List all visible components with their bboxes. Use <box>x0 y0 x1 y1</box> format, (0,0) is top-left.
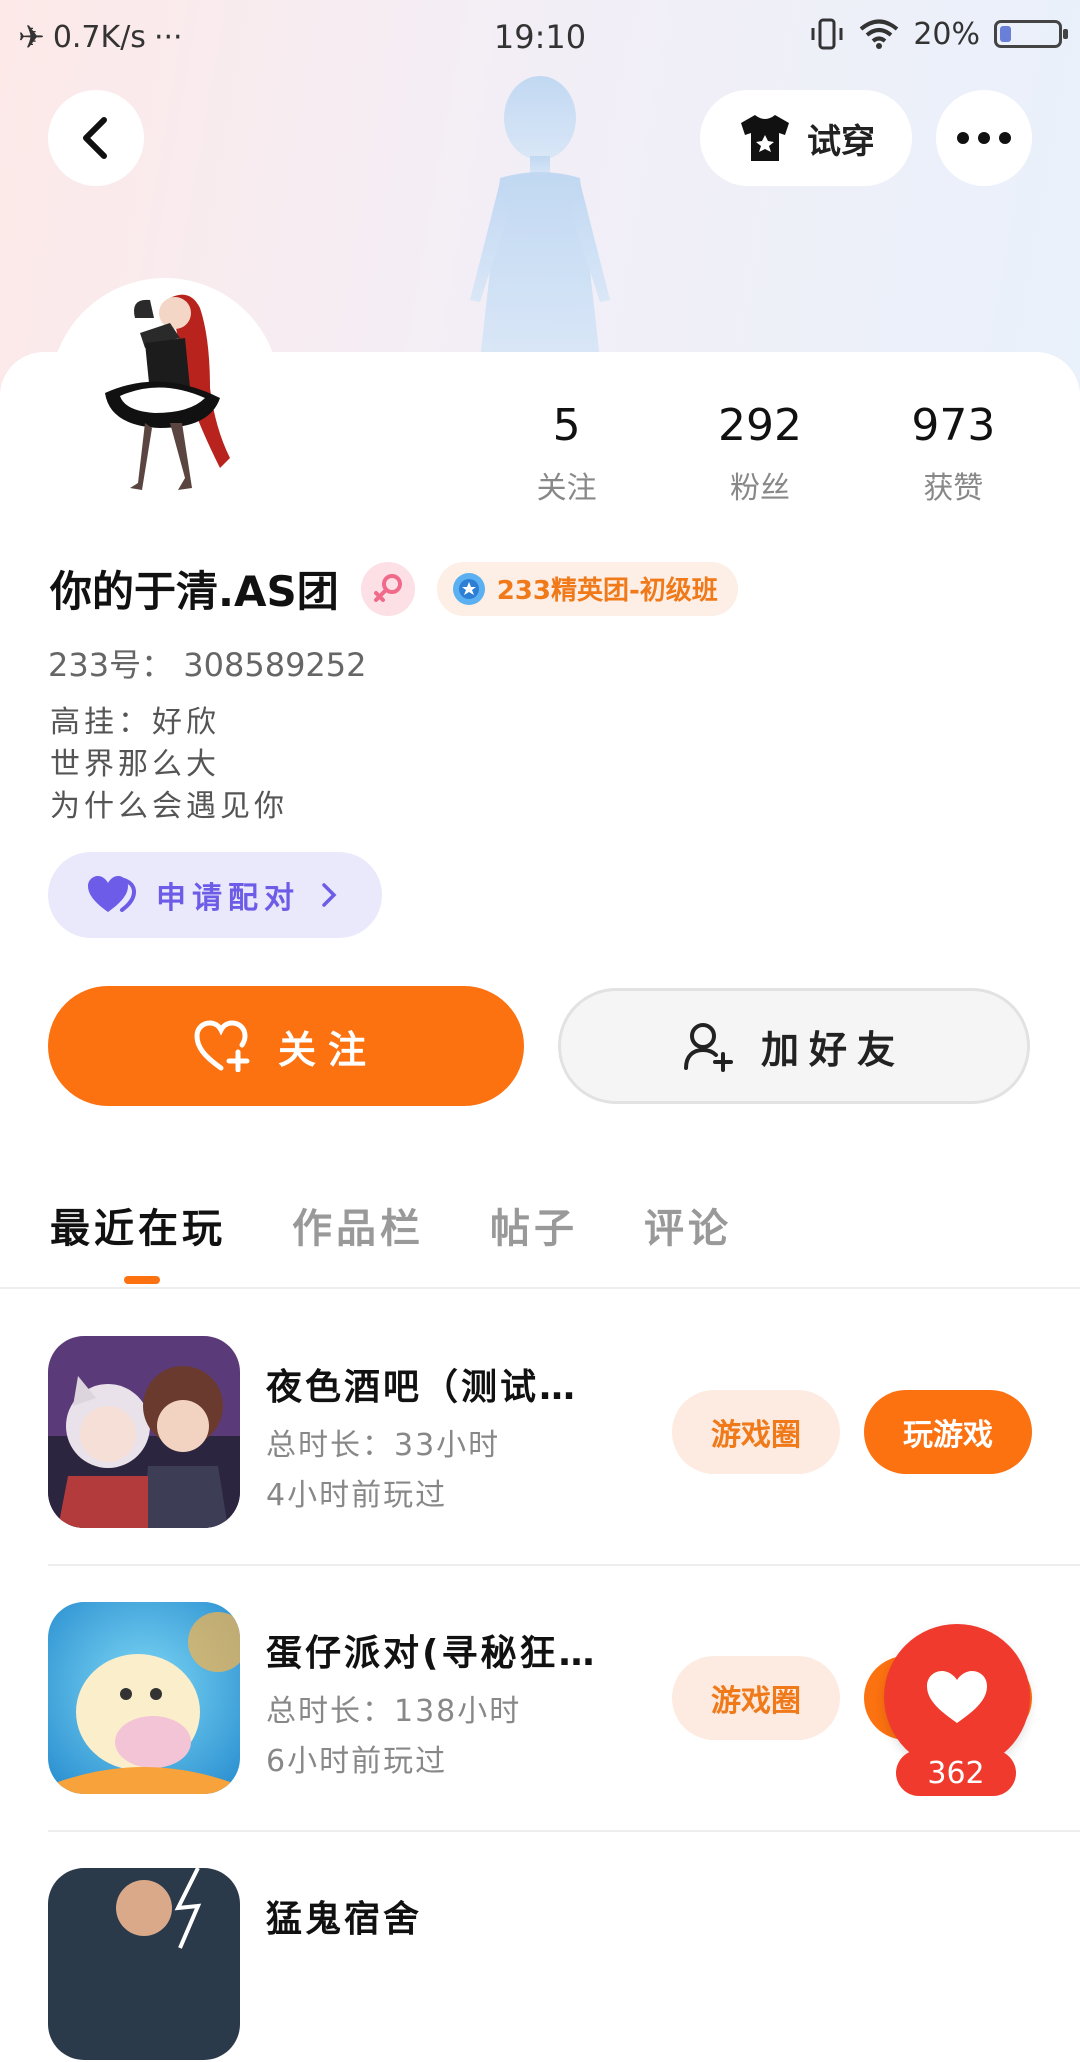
uid-value: 308589252 <box>183 646 367 684</box>
follow-label: 关注 <box>277 1027 378 1072</box>
game-icon <box>48 1868 240 2060</box>
game-title: 猛鬼宿舍 <box>266 1899 423 1940</box>
stat-likes-label: 获赞 <box>923 471 984 506</box>
profile-stats: 5 关注 292 粉丝 973 获赞 <box>470 400 1050 507</box>
game-icon <box>48 1336 240 1528</box>
avatar-silhouette-illustration <box>470 76 610 360</box>
like-button[interactable] <box>884 1624 1030 1770</box>
uid-label: 233号： <box>48 646 174 684</box>
row-divider <box>48 1830 1080 1832</box>
game-icon <box>48 1602 240 1794</box>
tab-works[interactable]: 作品栏 <box>292 1196 424 1254</box>
add-user-icon <box>683 1023 733 1072</box>
profile-tabs: 最近在玩 作品栏 帖子 评论 <box>50 1196 732 1254</box>
game-duration: 总时长：138小时 <box>266 1694 522 1729</box>
stat-fans-count: 292 <box>718 400 802 451</box>
vibrate-icon <box>811 18 843 50</box>
stat-following-count: 5 <box>552 400 581 451</box>
chevron-left-icon <box>83 117 107 159</box>
heart-pair-icon <box>88 876 136 912</box>
active-tab-indicator <box>124 1276 160 1284</box>
battery-percent: 20% <box>913 16 980 52</box>
tab-posts[interactable]: 帖子 <box>490 1196 578 1254</box>
back-button[interactable] <box>48 90 144 186</box>
request-pair-button[interactable]: 申请配对 <box>48 852 382 938</box>
more-options-button[interactable] <box>936 90 1032 186</box>
add-friend-button[interactable]: 加好友 <box>558 988 1030 1104</box>
more-dots-icon <box>957 132 1011 144</box>
game-last-played: 6小时前玩过 <box>266 1744 448 1779</box>
bio: 高挂：好欣 世界那么大 为什么会遇见你 <box>50 702 288 828</box>
stat-fans[interactable]: 292 粉丝 <box>663 400 856 507</box>
wifi-icon <box>860 19 899 49</box>
avatar[interactable] <box>50 278 280 508</box>
game-title: 蛋仔派对(寻秘狂… <box>266 1633 598 1674</box>
add-friend-label: 加好友 <box>760 1027 905 1072</box>
game-duration: 总时长：33小时 <box>266 1428 501 1463</box>
play-game-button[interactable]: 玩游戏 <box>864 1390 1032 1474</box>
game-list-item[interactable]: 夜色酒吧（测试… 总时长：33小时 4小时前玩过 游戏圈 玩游戏 <box>48 1336 1048 1530</box>
game-last-played: 4小时前玩过 <box>266 1478 448 1513</box>
tab-recently-played[interactable]: 最近在玩 <box>50 1196 226 1254</box>
heart-add-icon <box>194 1020 250 1072</box>
stat-following-label: 关注 <box>536 471 597 506</box>
nickname: 你的于清.AS团 <box>50 567 339 616</box>
heart-icon <box>927 1671 987 1723</box>
game-list-item[interactable]: 猛鬼宿舍 <box>48 1868 1048 2062</box>
chevron-right-icon <box>322 883 337 907</box>
bio-line: 世界那么大 <box>50 747 220 782</box>
name-row: 你的于清.AS团 233精英团-初级班 <box>50 558 738 619</box>
avatar-character-image <box>105 294 230 490</box>
like-count: 362 <box>896 1750 1016 1796</box>
tshirt-icon <box>741 115 789 161</box>
game-title: 夜色酒吧（测试… <box>266 1367 579 1408</box>
elite-group-badge[interactable]: 233精英团-初级班 <box>436 561 738 616</box>
game-circle-button[interactable]: 游戏圈 <box>672 1390 840 1474</box>
stat-following[interactable]: 5 关注 <box>470 400 663 507</box>
tab-divider <box>0 1287 1080 1289</box>
bio-line: 为什么会遇见你 <box>50 789 288 824</box>
battery-fill <box>1000 26 1011 42</box>
tab-comments[interactable]: 评论 <box>644 1196 732 1254</box>
battery-icon <box>994 20 1068 48</box>
female-gender-icon <box>360 561 415 616</box>
request-pair-label: 申请配对 <box>156 881 300 916</box>
try-on-label: 试穿 <box>807 121 875 162</box>
stat-likes[interactable]: 973 获赞 <box>857 400 1050 507</box>
follow-button[interactable]: 关注 <box>48 986 524 1106</box>
badge-label: 233精英团-初级班 <box>496 576 718 606</box>
game-circle-button[interactable]: 游戏圈 <box>672 1656 840 1740</box>
stat-likes-count: 973 <box>911 400 996 451</box>
medal-icon <box>452 572 485 605</box>
user-id: 233号： 308589252 <box>48 640 367 686</box>
try-on-button[interactable]: 试穿 <box>700 90 912 186</box>
stat-fans-label: 粉丝 <box>729 471 790 506</box>
bio-line: 高挂：好欣 <box>50 705 220 740</box>
row-divider <box>48 1564 1080 1566</box>
status-bar: ✈ 0.7K/s ··· 19:10 20% <box>0 0 1080 76</box>
